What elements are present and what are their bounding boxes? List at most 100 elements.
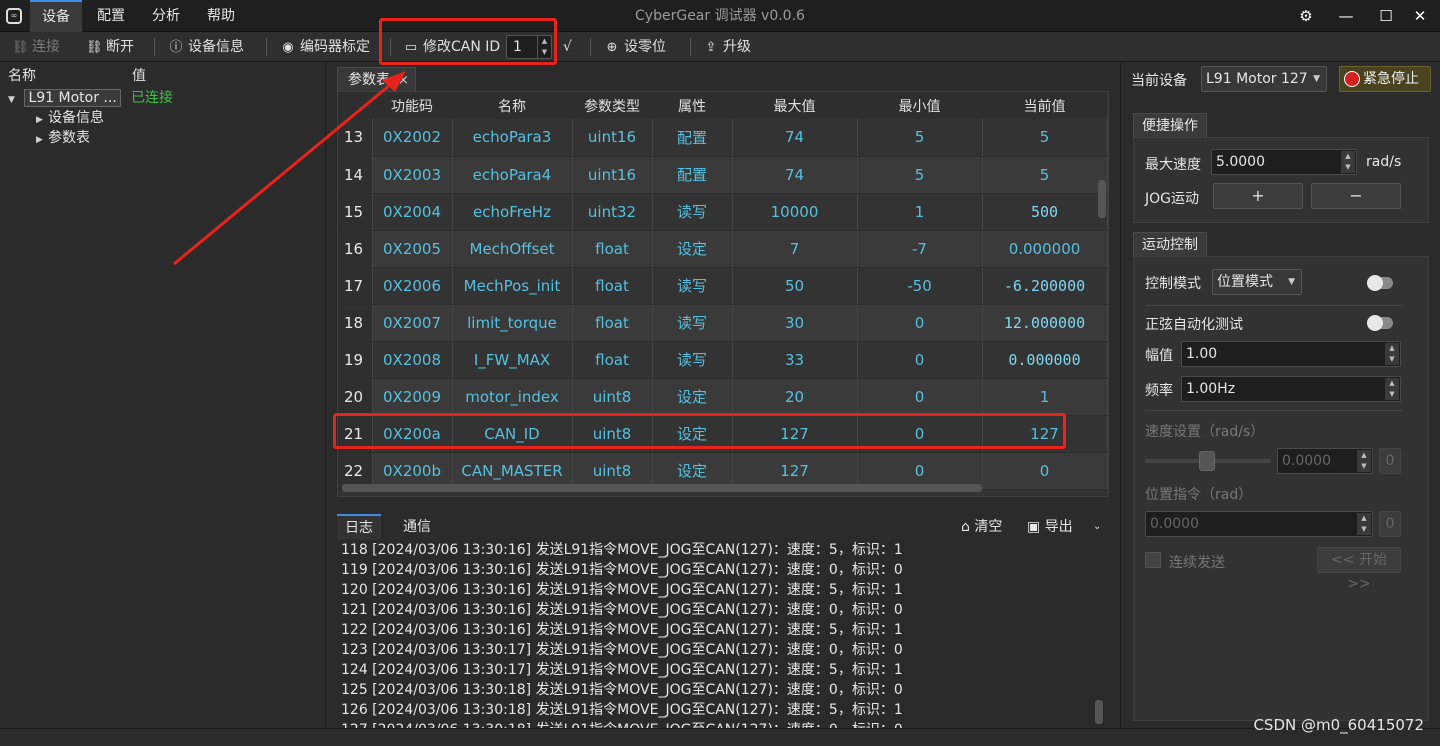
amplitude-input[interactable]: 1.00 ▲ ▼ xyxy=(1181,341,1401,367)
connect-button[interactable]: ⛓ 连接 xyxy=(12,35,60,59)
close-tab-icon[interactable]: × xyxy=(398,73,409,88)
cell-name: echoFreHz xyxy=(452,193,573,231)
spin-arrows-icon[interactable]: ▲ ▼ xyxy=(1341,151,1355,173)
col-name[interactable]: 名称 xyxy=(452,92,572,119)
spin-arrows-icon[interactable]: ▲ ▼ xyxy=(1385,378,1399,400)
cell-cur[interactable]: 0.000000 xyxy=(982,230,1108,268)
clear-log-button[interactable]: ⌂ 清空 xyxy=(961,514,1002,540)
start-button[interactable]: << 开始 >> xyxy=(1317,547,1401,592)
cell-cur[interactable]: 0.000000 xyxy=(982,341,1108,379)
toolbar-divider xyxy=(154,38,155,56)
emergency-stop-button[interactable]: 紧急停止 xyxy=(1339,66,1431,92)
confirm-can-id-button[interactable]: √ xyxy=(563,35,572,59)
control-mode-toggle[interactable] xyxy=(1367,275,1393,291)
toolbar-divider xyxy=(590,38,591,56)
modify-can-id-button[interactable]: ▭ 修改CAN ID xyxy=(403,35,500,59)
cell-code: 0X2003 xyxy=(372,156,453,194)
connect-label: 连接 xyxy=(32,39,60,55)
cell-cur[interactable]: 500 xyxy=(982,193,1108,231)
col-code[interactable]: 功能码 xyxy=(372,92,452,119)
upgrade-button[interactable]: ⇪ 升级 xyxy=(703,35,751,59)
cell-cur[interactable]: 12.000000 xyxy=(982,304,1108,342)
table-row[interactable]: 14 0X2003 echoPara4 uint16 配置 74 5 5 xyxy=(338,156,1108,194)
table-row[interactable]: 20 0X2009 motor_index uint8 设定 20 0 1 xyxy=(338,378,1108,416)
current-device-label: 当前设备 xyxy=(1131,73,1187,89)
scroll-thumb[interactable] xyxy=(342,484,982,492)
sine-test-toggle[interactable] xyxy=(1367,315,1393,331)
current-device-select[interactable]: L91 Motor 127 ▼ xyxy=(1201,66,1327,92)
menu-help[interactable]: 帮助 xyxy=(195,0,247,32)
upgrade-icon: ⇪ xyxy=(705,40,717,55)
device-info-button[interactable]: ⓘ 设备信息 xyxy=(168,35,244,59)
cell-code: 0X2007 xyxy=(372,304,453,342)
cell-name: I_FW_MAX xyxy=(452,341,573,379)
position-step-button[interactable]: 0 xyxy=(1379,511,1401,537)
speed-value-input[interactable]: 0.0000 ▲ ▼ xyxy=(1277,448,1373,474)
table-row[interactable]: 13 0X2002 echoPara3 uint16 配置 74 5 5 xyxy=(338,119,1108,157)
table-row[interactable]: 18 0X2007 limit_torque float 读写 30 0 12.000000 xyxy=(338,304,1108,342)
max-speed-input[interactable]: 5.0000 ▲ ▼ xyxy=(1211,149,1357,175)
cell-code: 0X2008 xyxy=(372,341,453,379)
col-attr[interactable]: 属性 xyxy=(652,92,732,119)
table-row[interactable]: 17 0X2006 MechPos_init float 读写 50 -50 -6.20000… xyxy=(338,267,1108,305)
tree-item-params[interactable]: ▶ 参数表 xyxy=(36,128,90,148)
menu-device[interactable]: 设备 xyxy=(30,0,82,32)
tree-item-device[interactable]: ▼ L91 Motor ... xyxy=(8,88,121,108)
menu-analyze[interactable]: 分析 xyxy=(140,0,192,32)
set-zero-button[interactable]: ⊕ 设零位 xyxy=(604,35,666,59)
chevron-down-icon: ▼ xyxy=(1288,277,1295,287)
table-horizontal-scrollbar[interactable] xyxy=(342,484,1102,492)
tree-item-device-info[interactable]: ▶ 设备信息 xyxy=(36,108,104,128)
max-speed-value: 5.0000 xyxy=(1216,154,1265,170)
settings-gear-icon[interactable]: ⚙ xyxy=(1286,0,1326,32)
disconnect-button[interactable]: ⛓ 断开 xyxy=(86,35,134,59)
col-max[interactable]: 最大值 xyxy=(732,92,857,119)
table-row[interactable]: 15 0X2004 echoFreHz uint32 读写 10000 1 500 xyxy=(338,193,1108,231)
spin-arrows-icon[interactable]: ▲ ▼ xyxy=(1385,343,1399,365)
cell-cur[interactable]: 1 xyxy=(982,378,1108,416)
collapsed-triangle-icon[interactable]: ▶ xyxy=(36,130,48,150)
cell-type: uint32 xyxy=(572,193,653,231)
cell-type: float xyxy=(572,267,653,305)
export-log-button[interactable]: ▣ 导出 xyxy=(1027,514,1073,540)
table-vertical-scrollbar[interactable] xyxy=(1098,122,1106,472)
col-min[interactable]: 最小值 xyxy=(857,92,982,119)
tree-col-name: 名称 xyxy=(8,68,36,84)
jog-plus-button[interactable]: + xyxy=(1213,183,1303,209)
tab-log[interactable]: 日志 xyxy=(337,514,381,540)
col-cur[interactable]: 当前值 xyxy=(982,92,1107,119)
spin-arrows-icon[interactable]: ▲ ▼ xyxy=(537,36,551,58)
collapsed-triangle-icon[interactable]: ▶ xyxy=(36,110,48,130)
menu-config[interactable]: 配置 xyxy=(85,0,137,32)
expanded-triangle-icon[interactable]: ▼ xyxy=(8,90,20,110)
tab-params[interactable]: 参数表 × xyxy=(337,67,416,91)
device-tree-panel: 名称 值 ▼ L91 Motor ... 已连接 ▶ 设备信息 ▶ 参数表 xyxy=(0,63,326,728)
spin-arrows-icon[interactable]: ▲ ▼ xyxy=(1357,513,1371,535)
log-output[interactable]: 118 [2024/03/06 13:30:16] 发送L91指令MOVE_JO… xyxy=(337,540,1109,728)
spin-arrows-icon[interactable]: ▲ ▼ xyxy=(1357,450,1371,472)
minimize-icon[interactable]: — xyxy=(1326,0,1366,32)
cell-cur[interactable]: 127 xyxy=(982,415,1108,453)
col-type[interactable]: 参数类型 xyxy=(572,92,652,119)
encoder-calibrate-button[interactable]: ◉ 编码器标定 xyxy=(280,35,370,59)
continuous-send-checkbox[interactable] xyxy=(1145,552,1161,568)
tab-comm[interactable]: 通信 xyxy=(395,514,439,540)
cell-cur[interactable]: 5 xyxy=(982,156,1108,194)
table-row[interactable]: 16 0X2005 MechOffset float 设定 7 -7 0.000000 xyxy=(338,230,1108,268)
table-row[interactable]: 21 0X200a CAN_ID uint8 设定 127 0 127 xyxy=(338,415,1108,453)
close-window-icon[interactable]: ✕ xyxy=(1400,0,1440,32)
cell-cur[interactable]: 5 xyxy=(982,119,1108,157)
can-id-spinbox[interactable]: 1 ▲ ▼ xyxy=(506,35,552,59)
log-menu-chevron-icon[interactable]: ⌄ xyxy=(1093,514,1101,540)
cell-cur[interactable]: -6.200000 xyxy=(982,267,1108,305)
speed-slider-handle[interactable] xyxy=(1199,451,1215,471)
speed-step-button[interactable]: 0 xyxy=(1379,448,1401,474)
jog-minus-button[interactable]: − xyxy=(1311,183,1401,209)
scroll-thumb[interactable] xyxy=(1098,180,1106,218)
log-scroll-thumb[interactable] xyxy=(1095,700,1103,724)
frequency-input[interactable]: 1.00Hz ▲ ▼ xyxy=(1181,376,1401,402)
table-row[interactable]: 19 0X2008 I_FW_MAX float 读写 33 0 0.000000 xyxy=(338,341,1108,379)
params-table: 功能码 名称 参数类型 属性 最大值 最小值 当前值 13 0X2002 echoP… xyxy=(338,92,1108,490)
position-cmd-input[interactable]: 0.0000 ▲ ▼ xyxy=(1145,511,1373,537)
control-mode-select[interactable]: 位置模式 ▼ xyxy=(1212,269,1302,295)
